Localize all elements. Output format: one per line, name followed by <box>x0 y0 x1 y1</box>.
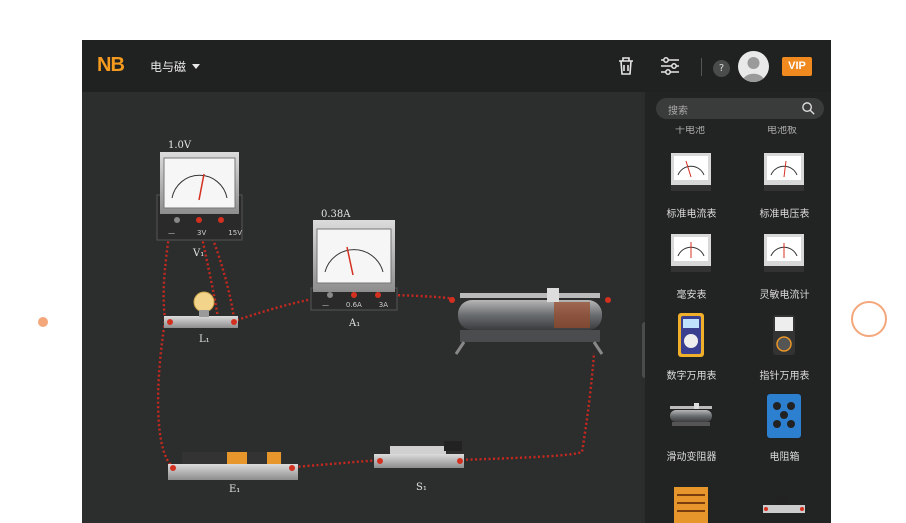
search-input[interactable]: 搜索 <box>668 102 688 117</box>
voltmeter-terminal-neg: — <box>168 229 175 237</box>
help-button[interactable]: ? <box>713 60 730 77</box>
subject-dropdown[interactable]: 电与磁 <box>150 58 201 75</box>
component-voltmeter[interactable]: 标准电压表 <box>738 144 831 224</box>
user-icon <box>742 57 765 82</box>
component-panel: 搜索 干电池 电池板 标准电流表 标准电压表 毫安表 灵敏电流计 数字万用表 指… <box>645 92 831 523</box>
decorative-dot <box>38 317 48 327</box>
component-partial-2[interactable] <box>738 468 831 523</box>
component-label: 指针万用表 <box>759 371 810 382</box>
resistance-box-icon <box>767 394 801 438</box>
component-analog-multimeter[interactable]: 指针万用表 <box>738 306 831 386</box>
caret-down-icon <box>192 63 201 69</box>
cut-label-panel: 电池板 <box>767 126 797 136</box>
cut-label-dry-battery: 干电池 <box>675 126 705 136</box>
component-label: 标准电流表 <box>666 209 717 220</box>
ammeter-label: A₁ <box>349 318 361 329</box>
galvanometer-icon <box>764 234 804 272</box>
voltmeter-label: V₁ <box>193 248 205 259</box>
top-bar: NB 电与磁 ? VIP <box>82 40 831 92</box>
trash-icon[interactable] <box>614 54 638 78</box>
search-icon[interactable] <box>801 101 816 116</box>
rheostat[interactable] <box>449 288 611 355</box>
ammeter-terminal-0-6a: 0.6A <box>345 301 362 309</box>
voltmeter-terminal-15v: 15V <box>228 229 242 237</box>
component-label: 数字万用表 <box>666 371 717 382</box>
digital-multimeter-icon <box>678 313 704 357</box>
ammeter-terminal-neg: — <box>322 301 329 309</box>
voltmeter-reading: 1.0V <box>168 140 192 151</box>
component-label: 标准电压表 <box>759 209 810 220</box>
bulb-label: L₁ <box>199 334 210 345</box>
voltmeter[interactable] <box>156 152 243 241</box>
component-rheostat[interactable]: 滑动变阻器 <box>645 387 738 467</box>
ammeter-terminal-3a: 3A <box>378 301 388 309</box>
component-partial-1[interactable] <box>645 468 738 523</box>
voltmeter-terminal-3v: 3V <box>197 229 207 237</box>
ammeter-terminals: — 0.6A 3A <box>322 301 388 309</box>
component-ammeter[interactable]: 标准电流表 <box>645 144 738 224</box>
voltmeter-icon <box>764 153 804 191</box>
battery[interactable] <box>168 452 298 480</box>
component-label: 毫安表 <box>676 290 707 301</box>
switch[interactable] <box>374 441 464 468</box>
component-label: 滑动变阻器 <box>666 452 717 463</box>
toolbar-divider <box>701 58 702 76</box>
partial-category-row: 干电池 电池板 <box>645 126 831 138</box>
component-milliammeter[interactable]: 毫安表 <box>645 225 738 305</box>
ammeter[interactable] <box>310 220 398 311</box>
switch-label: S₁ <box>416 482 427 493</box>
subject-label: 电与磁 <box>150 60 187 74</box>
voltmeter-terminals: — 3V 15V <box>168 229 242 237</box>
circuit-canvas[interactable]: 1.0V V₁ 0.38A A₁ L₁ E₁ S₁ — 3V 15V — 0.6… <box>82 92 642 523</box>
light-bulb[interactable] <box>164 291 238 328</box>
component-galvanometer[interactable]: 灵敏电流计 <box>738 225 831 305</box>
component-label: 电阻箱 <box>769 452 800 463</box>
component-label: 灵敏电流计 <box>759 290 810 301</box>
decorative-ring <box>851 301 887 337</box>
search-bar[interactable]: 搜索 <box>656 98 824 119</box>
analog-multimeter-icon <box>773 315 795 355</box>
ammeter-reading: 0.38A <box>321 209 351 220</box>
switch-component-icon <box>763 497 805 513</box>
rheostat-icon <box>670 403 712 426</box>
settings-sliders-icon[interactable] <box>658 54 682 78</box>
ammeter-icon <box>671 153 711 191</box>
app-window: NB 电与磁 ? VIP 1.0V V₁ 0.38A A₁ L₁ E₁ S₁ —… <box>82 40 831 523</box>
milliammeter-icon <box>671 234 711 272</box>
component-resistance-box[interactable]: 电阻箱 <box>738 387 831 467</box>
vip-badge[interactable]: VIP <box>782 57 812 76</box>
component-digital-multimeter[interactable]: 数字万用表 <box>645 306 738 386</box>
logo: NB <box>97 54 125 76</box>
battery-label: E₁ <box>229 484 241 495</box>
avatar[interactable] <box>738 51 769 82</box>
abacus-box-icon <box>674 487 708 523</box>
